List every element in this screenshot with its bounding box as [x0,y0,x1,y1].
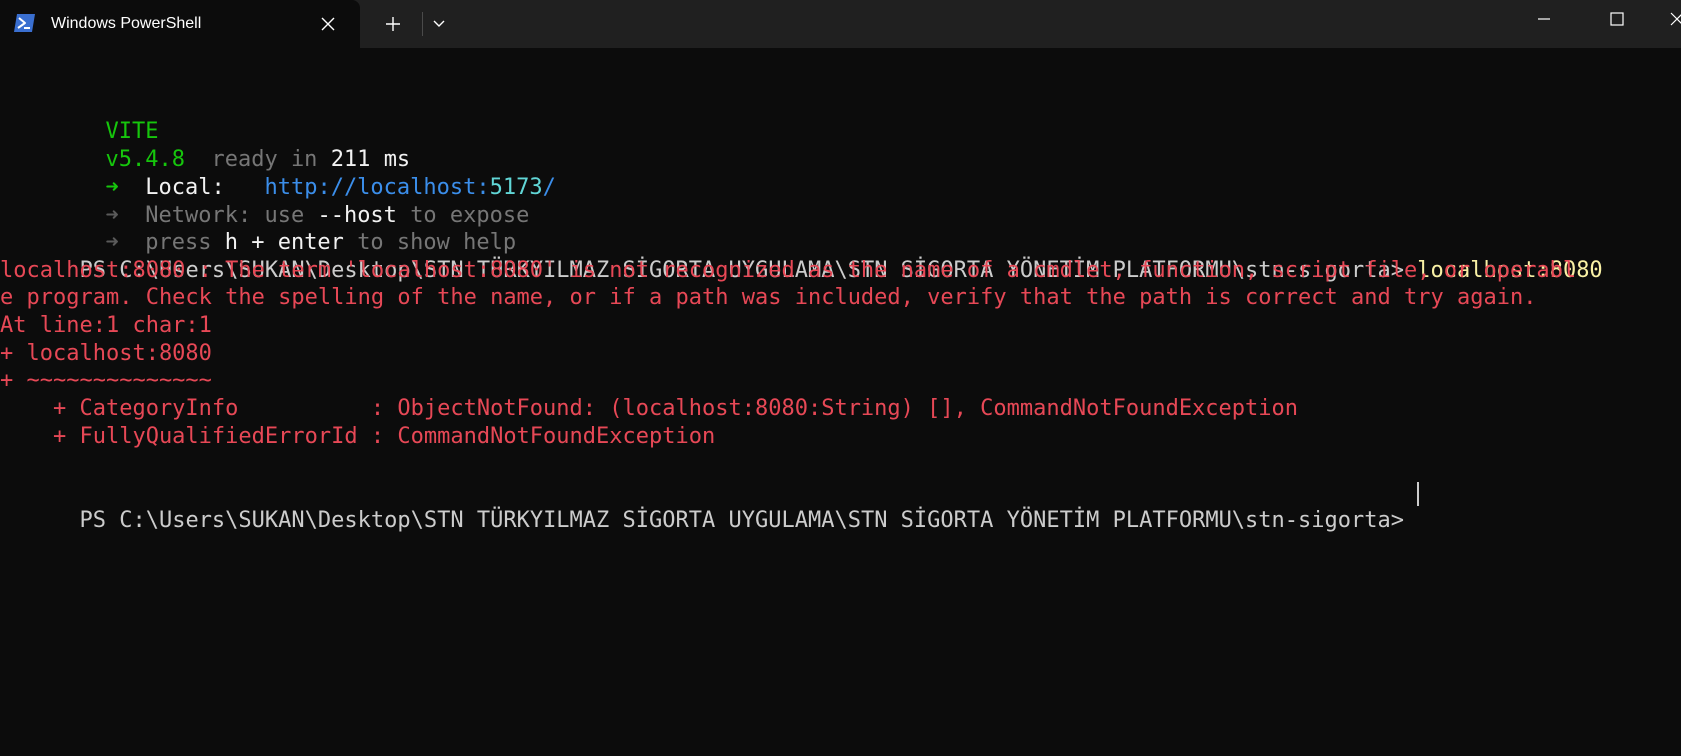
final-prompt-line[interactable]: PS C:\Users\SUKAN\Desktop\STN TÜRKYILMAZ… [0,479,1404,533]
close-icon[interactable] [1660,0,1681,40]
chevron-down-icon[interactable] [425,10,453,38]
error-line: localhost:8080 : The term 'localhost:808… [0,258,1577,283]
tab-title: Windows PowerShell [51,15,202,32]
vite-name: VITE [105,119,159,144]
minimize-icon[interactable] [1516,0,1572,40]
powershell-icon [14,14,35,32]
powershell-window: Windows PowerShell VITE v5.4.8 ready in … [0,0,1681,756]
error-line: + localhost:8080 [0,341,212,366]
vite-ready-line: VITE v5.4.8 ready in 211 ms [26,90,410,172]
terminal-output[interactable]: VITE v5.4.8 ready in 211 ms ➜ Local: htt… [0,48,1681,756]
vite-help-line: ➜ press h + enter to show help [26,201,516,255]
tab-windows-powershell[interactable]: Windows PowerShell [0,0,360,48]
close-icon[interactable] [316,12,340,36]
prompt-line: PS C:\Users\SUKAN\Desktop\STN TÜRKYILMAZ… [0,229,1602,283]
error-line: e program. Check the spelling of the nam… [0,285,1537,310]
tab-divider [422,12,423,36]
error-line: At line:1 char:1 [0,313,212,338]
vite-local-line: ➜ Local: http://localhost:5173/ [26,146,555,200]
error-line: + FullyQualifiedErrorId : CommandNotFoun… [0,424,716,449]
error-line: + CategoryInfo : ObjectNotFound: (localh… [0,396,1299,421]
title-bar[interactable]: Windows PowerShell [0,0,1681,48]
prompt-path: PS C:\Users\SUKAN\Desktop\STN TÜRKYILMAZ… [79,508,1404,533]
error-line: + ~~~~~~~~~~~~~~ [0,368,212,393]
maximize-icon[interactable] [1583,0,1639,40]
text-cursor [1417,482,1420,506]
plus-icon[interactable] [378,10,408,38]
vite-network-line: ➜ Network: use --host to expose [26,174,529,228]
